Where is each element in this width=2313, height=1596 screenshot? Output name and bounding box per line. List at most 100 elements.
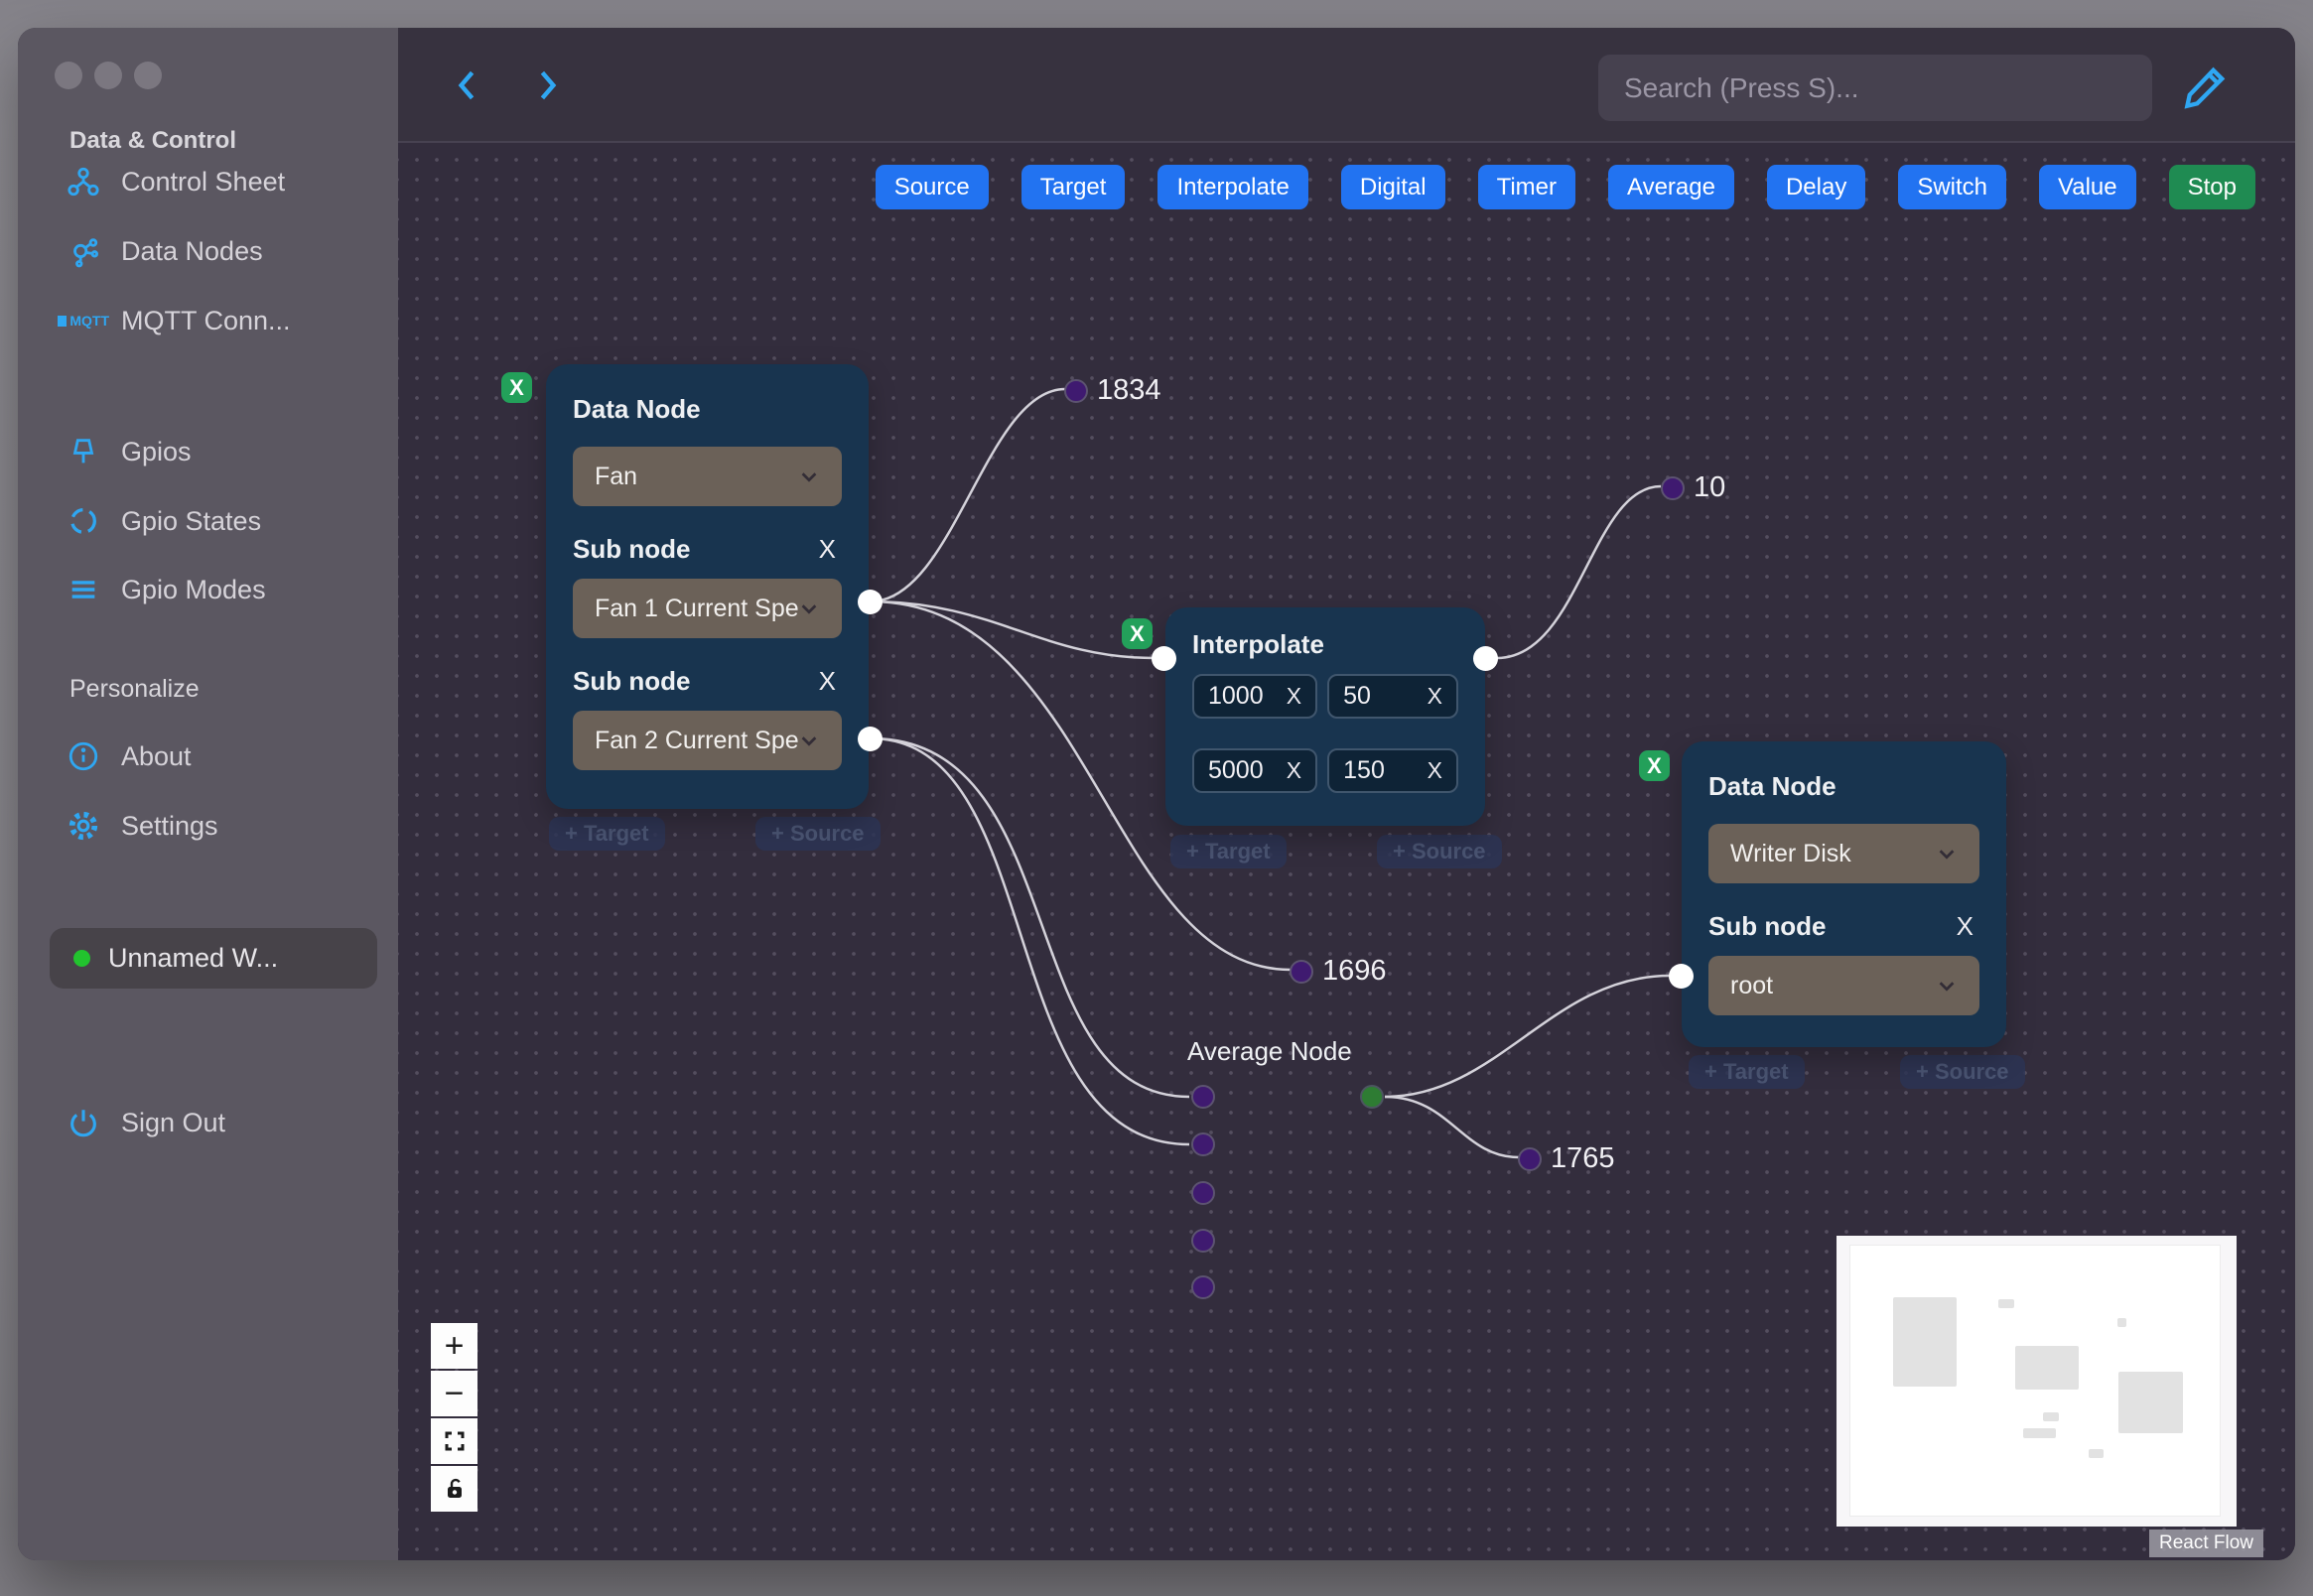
source-handle[interactable] bbox=[1473, 646, 1498, 671]
sidebar-item-mqtt[interactable]: MQTT MQTT Conn... bbox=[58, 297, 291, 344]
add-target-pill[interactable]: + Target bbox=[549, 817, 665, 851]
target-handle[interactable] bbox=[1152, 646, 1176, 671]
interpolate-node[interactable]: Interpolate 1000 X 50 X 5000 X 150 X bbox=[1165, 607, 1485, 826]
stop-button[interactable]: Stop bbox=[2168, 165, 2255, 209]
delete-node-button[interactable]: X bbox=[1122, 618, 1153, 649]
interpolate-input[interactable]: 50 X bbox=[1327, 674, 1458, 719]
source-handle[interactable] bbox=[858, 727, 883, 751]
add-source-pill[interactable]: + Source bbox=[755, 817, 881, 851]
topbar bbox=[398, 28, 2295, 143]
delete-node-button[interactable]: X bbox=[1639, 750, 1670, 781]
node-select[interactable]: Fan bbox=[573, 447, 842, 506]
delete-node-button[interactable]: X bbox=[501, 372, 532, 403]
control-sheet-icon bbox=[58, 165, 109, 199]
sidebar-item-about[interactable]: About bbox=[58, 732, 192, 780]
sidebar-item-sign-out[interactable]: Sign Out bbox=[58, 1099, 225, 1146]
edge-average-writer[interactable] bbox=[1384, 974, 1671, 1099]
interpolate-input[interactable]: 5000 X bbox=[1192, 748, 1318, 793]
interpolate-input[interactable]: 1000 X bbox=[1192, 674, 1318, 719]
source-handle[interactable] bbox=[858, 590, 883, 614]
add-digital-node-button[interactable]: Digital bbox=[1340, 165, 1445, 209]
sidebar-item-workspace[interactable]: Unnamed W... bbox=[50, 928, 377, 989]
traffic-light-zoom[interactable] bbox=[134, 62, 162, 89]
info-icon bbox=[58, 739, 109, 773]
target-handle[interactable] bbox=[1669, 964, 1694, 989]
add-target-node-button[interactable]: Target bbox=[1020, 165, 1126, 209]
edge-fan2-average-1[interactable] bbox=[870, 736, 1190, 1099]
edge-average-1765[interactable] bbox=[1384, 1095, 1520, 1159]
zoom-in-button[interactable]: + bbox=[431, 1323, 477, 1369]
average-target-handle[interactable] bbox=[1191, 1275, 1215, 1299]
value-dot[interactable] bbox=[1518, 1146, 1542, 1171]
fit-view-button[interactable] bbox=[431, 1418, 477, 1464]
traffic-light-minimize[interactable] bbox=[94, 62, 122, 89]
sidebar-item-gpio-modes[interactable]: Gpio Modes bbox=[58, 566, 266, 613]
data-node-writer-disk[interactable]: Data Node Writer Disk Sub node X root bbox=[1682, 741, 2006, 1047]
forward-button[interactable] bbox=[525, 64, 569, 107]
value-dot[interactable] bbox=[1661, 475, 1685, 500]
average-node-title: Average Node bbox=[1187, 1036, 1352, 1066]
node-title: Data Node bbox=[1708, 771, 1837, 801]
sidebar-item-settings[interactable]: Settings bbox=[58, 802, 218, 850]
minimap-node bbox=[2015, 1346, 2079, 1390]
sidebar-item-label: Gpio States bbox=[121, 505, 262, 536]
add-average-node-button[interactable]: Average bbox=[1608, 165, 1734, 209]
average-target-handle[interactable] bbox=[1191, 1085, 1215, 1109]
chevron-down-icon bbox=[1939, 850, 1955, 860]
mqtt-icon: MQTT bbox=[58, 313, 109, 329]
sub-node-select[interactable]: root bbox=[1708, 956, 1979, 1015]
data-node-fan[interactable]: Data Node Fan Sub node X Fan 1 Current S… bbox=[546, 364, 869, 809]
add-target-pill[interactable]: + Target bbox=[1170, 835, 1287, 868]
value-dot[interactable] bbox=[1064, 378, 1088, 403]
lock-button[interactable] bbox=[431, 1466, 477, 1512]
zoom-out-button[interactable]: − bbox=[431, 1371, 477, 1416]
edge-fan1-interpolate[interactable] bbox=[870, 599, 1155, 660]
react-flow-attribution[interactable]: React Flow bbox=[2149, 1530, 2264, 1557]
edge-fan1-1834[interactable] bbox=[870, 387, 1066, 603]
remove-sub-node-button[interactable]: X bbox=[813, 534, 842, 565]
add-interpolate-node-button[interactable]: Interpolate bbox=[1157, 165, 1308, 209]
node-toolbar: Source Target Interpolate Digital Timer … bbox=[875, 165, 2255, 209]
back-button[interactable] bbox=[446, 64, 489, 107]
traffic-light-close[interactable] bbox=[55, 62, 82, 89]
add-timer-node-button[interactable]: Timer bbox=[1477, 165, 1575, 209]
sidebar-item-label: Gpio Modes bbox=[121, 574, 266, 604]
interpolate-input[interactable]: 150 X bbox=[1327, 748, 1458, 793]
add-delay-node-button[interactable]: Delay bbox=[1766, 165, 1866, 209]
interpolate-row: 1000 X 50 X bbox=[1192, 674, 1458, 719]
average-source-handle[interactable] bbox=[1360, 1085, 1384, 1109]
average-target-handle[interactable] bbox=[1191, 1229, 1215, 1253]
sidebar-item-control-sheet[interactable]: Control Sheet bbox=[58, 158, 285, 205]
clear-value-button[interactable]: X bbox=[1428, 757, 1442, 784]
pin-icon bbox=[58, 435, 109, 468]
average-target-handle[interactable] bbox=[1191, 1181, 1215, 1205]
add-switch-node-button[interactable]: Switch bbox=[1898, 165, 2007, 209]
add-source-node-button[interactable]: Source bbox=[875, 165, 989, 209]
remove-sub-node-button[interactable]: X bbox=[813, 666, 842, 697]
edge-fan2-average-2[interactable] bbox=[870, 736, 1190, 1146]
clear-value-button[interactable]: X bbox=[1287, 683, 1301, 710]
clear-value-button[interactable]: X bbox=[1428, 683, 1442, 710]
average-target-handle[interactable] bbox=[1191, 1132, 1215, 1156]
content: Source Target Interpolate Digital Timer … bbox=[398, 28, 2295, 1560]
sidebar-item-gpio-states[interactable]: Gpio States bbox=[58, 497, 261, 545]
sub-node-select[interactable]: Fan 2 Current Spe bbox=[573, 711, 842, 770]
clear-value-button[interactable]: X bbox=[1287, 757, 1301, 784]
add-source-pill[interactable]: + Source bbox=[1377, 835, 1502, 868]
add-source-pill[interactable]: + Source bbox=[1900, 1055, 2025, 1089]
sub-node-select[interactable]: Fan 1 Current Spe bbox=[573, 579, 842, 638]
edit-pencil-icon[interactable] bbox=[2180, 61, 2232, 112]
edge-interpolate-10[interactable] bbox=[1496, 484, 1662, 660]
sidebar-item-data-nodes[interactable]: Data Nodes bbox=[58, 227, 263, 275]
search-input[interactable] bbox=[1598, 71, 2152, 104]
edge-value-label: 1834 bbox=[1064, 374, 1161, 407]
minimap-node bbox=[2089, 1449, 2104, 1458]
minimap[interactable] bbox=[1837, 1236, 2237, 1527]
remove-sub-node-button[interactable]: X bbox=[1951, 911, 1979, 942]
add-value-node-button[interactable]: Value bbox=[2039, 165, 2136, 209]
value-dot[interactable] bbox=[1290, 959, 1313, 984]
node-select[interactable]: Writer Disk bbox=[1708, 824, 1979, 883]
sidebar-item-gpios[interactable]: Gpios bbox=[58, 428, 192, 475]
add-target-pill[interactable]: + Target bbox=[1689, 1055, 1805, 1089]
flow-canvas[interactable]: Source Target Interpolate Digital Timer … bbox=[398, 143, 2295, 1560]
